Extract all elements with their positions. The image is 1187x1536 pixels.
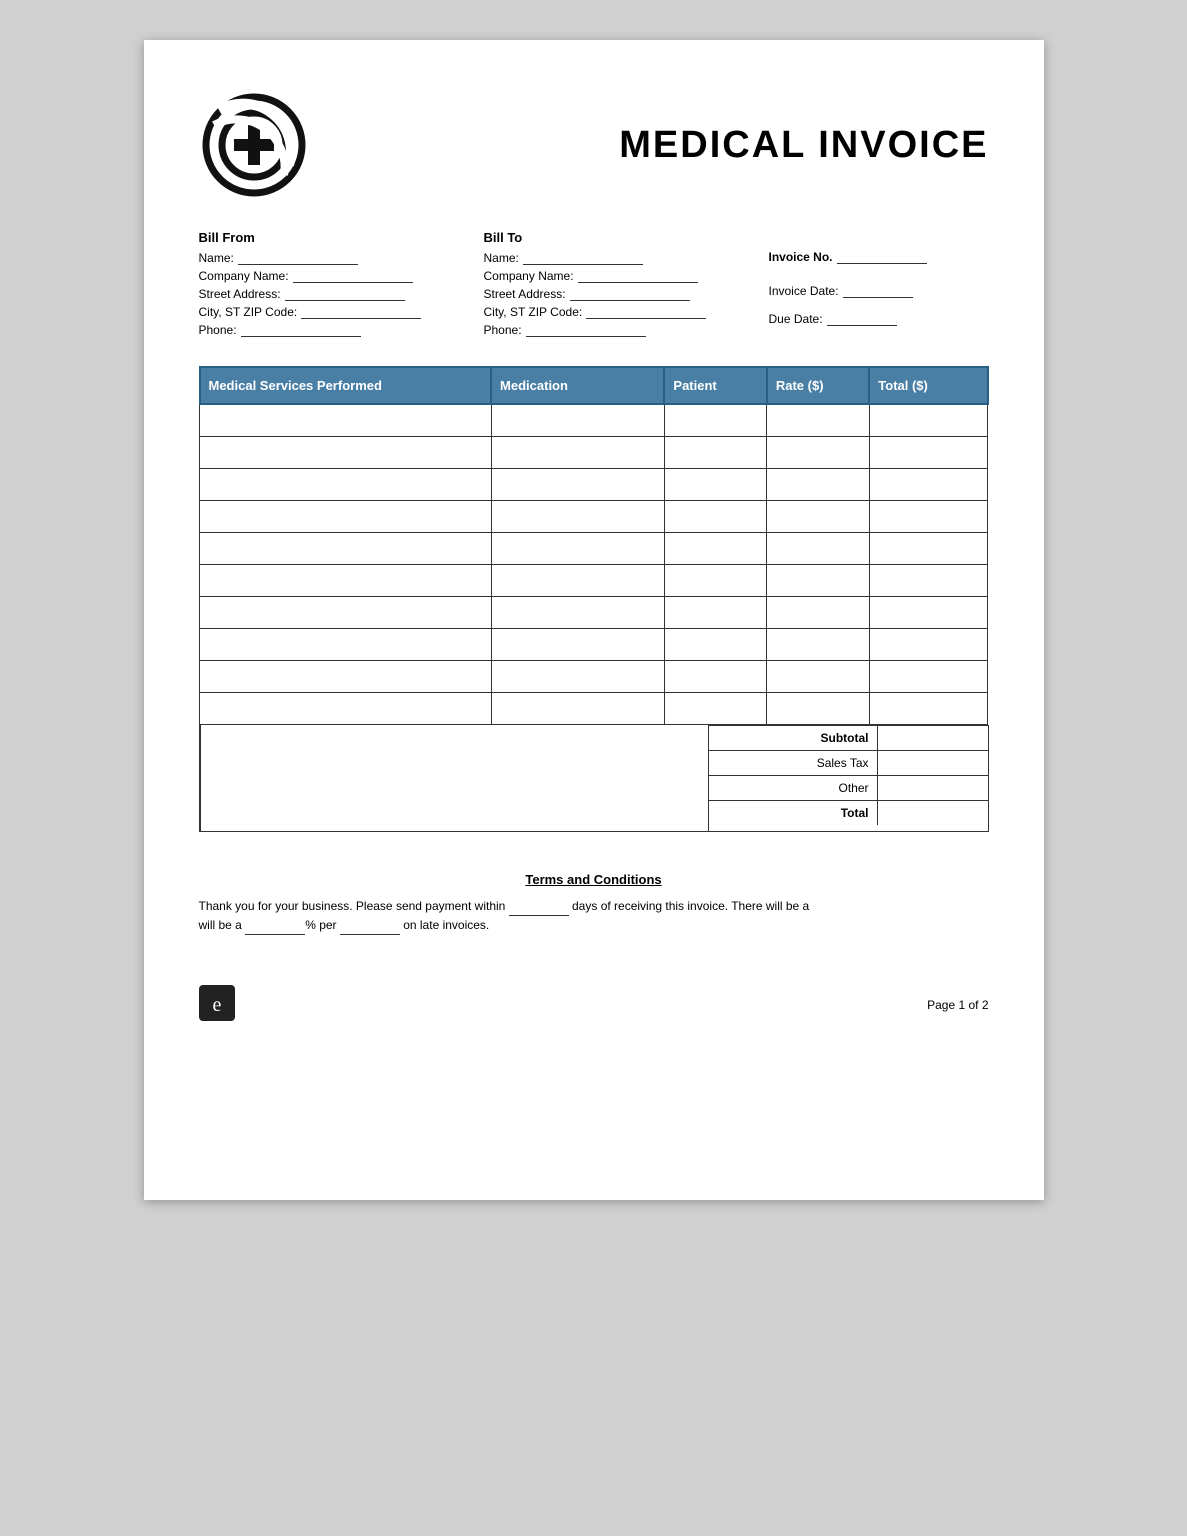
table-row xyxy=(200,532,988,564)
col-header-rate: Rate ($) xyxy=(767,367,869,404)
terms-section: Terms and Conditions Thank you for your … xyxy=(199,872,989,935)
table-row xyxy=(200,500,988,532)
col-header-services: Medical Services Performed xyxy=(200,367,492,404)
col-header-medication: Medication xyxy=(491,367,664,404)
total-row: Total xyxy=(709,800,988,825)
other-row: Other xyxy=(709,775,988,800)
terms-body: Thank you for your business. Please send… xyxy=(199,897,989,935)
bill-to-street: Street Address: xyxy=(484,287,769,301)
summary-spacer xyxy=(201,725,708,831)
invoice-no-row: Invoice No. xyxy=(769,250,989,264)
subtotal-row: Subtotal xyxy=(709,725,988,750)
sales-tax-label: Sales Tax xyxy=(709,751,878,775)
footer: e Page 1 of 2 xyxy=(199,985,989,1026)
table-row xyxy=(200,436,988,468)
bill-from-street: Street Address: xyxy=(199,287,484,301)
other-label: Other xyxy=(709,776,878,800)
bill-from-city: City, ST ZIP Code: xyxy=(199,305,484,319)
svg-text:e: e xyxy=(212,994,221,1016)
total-value xyxy=(878,801,988,825)
table-row xyxy=(200,596,988,628)
bill-from-heading: Bill From xyxy=(199,230,484,245)
bill-from-col: Bill From Name: Company Name: Street Add… xyxy=(199,230,484,341)
invoice-title: MEDICAL INVOICE xyxy=(619,124,988,166)
bill-from-company: Company Name: xyxy=(199,269,484,283)
summary-table: Subtotal Sales Tax Other Total xyxy=(708,725,988,831)
header: MEDICAL INVOICE xyxy=(199,90,989,200)
sales-tax-value xyxy=(878,751,988,775)
bill-to-phone: Phone: xyxy=(484,323,769,337)
subtotal-value xyxy=(878,726,988,750)
table-row xyxy=(200,404,988,436)
logo xyxy=(199,90,309,200)
billing-section: Bill From Name: Company Name: Street Add… xyxy=(199,230,989,341)
summary-section: Subtotal Sales Tax Other Total xyxy=(199,725,989,832)
table-row xyxy=(200,564,988,596)
bill-to-company: Company Name: xyxy=(484,269,769,283)
services-table: Medical Services Performed Medication Pa… xyxy=(199,366,989,725)
invoice-date-row: Invoice Date: xyxy=(769,284,989,298)
col-header-patient: Patient xyxy=(664,367,766,404)
bill-to-col: Bill To Name: Company Name: Street Addre… xyxy=(484,230,769,341)
bill-to-heading: Bill To xyxy=(484,230,769,245)
table-row xyxy=(200,660,988,692)
footer-logo: e xyxy=(199,985,235,1026)
bill-from-name: Name: xyxy=(199,251,484,265)
sales-tax-row: Sales Tax xyxy=(709,750,988,775)
col-header-total: Total ($) xyxy=(869,367,987,404)
table-row xyxy=(200,628,988,660)
table-row xyxy=(200,692,988,724)
invoice-page: MEDICAL INVOICE Bill From Name: Company … xyxy=(144,40,1044,1200)
bill-from-phone: Phone: xyxy=(199,323,484,337)
table-row xyxy=(200,468,988,500)
due-date-row: Due Date: xyxy=(769,312,989,326)
bill-to-city: City, ST ZIP Code: xyxy=(484,305,769,319)
subtotal-label: Subtotal xyxy=(709,726,878,750)
terms-title: Terms and Conditions xyxy=(199,872,989,887)
invoice-meta-col: Invoice No. Invoice Date: Due Date: xyxy=(769,230,989,341)
invoice-date-label: Invoice Date: xyxy=(769,284,839,298)
total-label: Total xyxy=(709,801,878,825)
other-value xyxy=(878,776,988,800)
title-area: MEDICAL INVOICE xyxy=(309,124,989,167)
invoice-no-label: Invoice No. xyxy=(769,250,833,264)
bill-to-name: Name: xyxy=(484,251,769,265)
footer-page: Page 1 of 2 xyxy=(927,998,988,1012)
due-date-label: Due Date: xyxy=(769,312,823,326)
